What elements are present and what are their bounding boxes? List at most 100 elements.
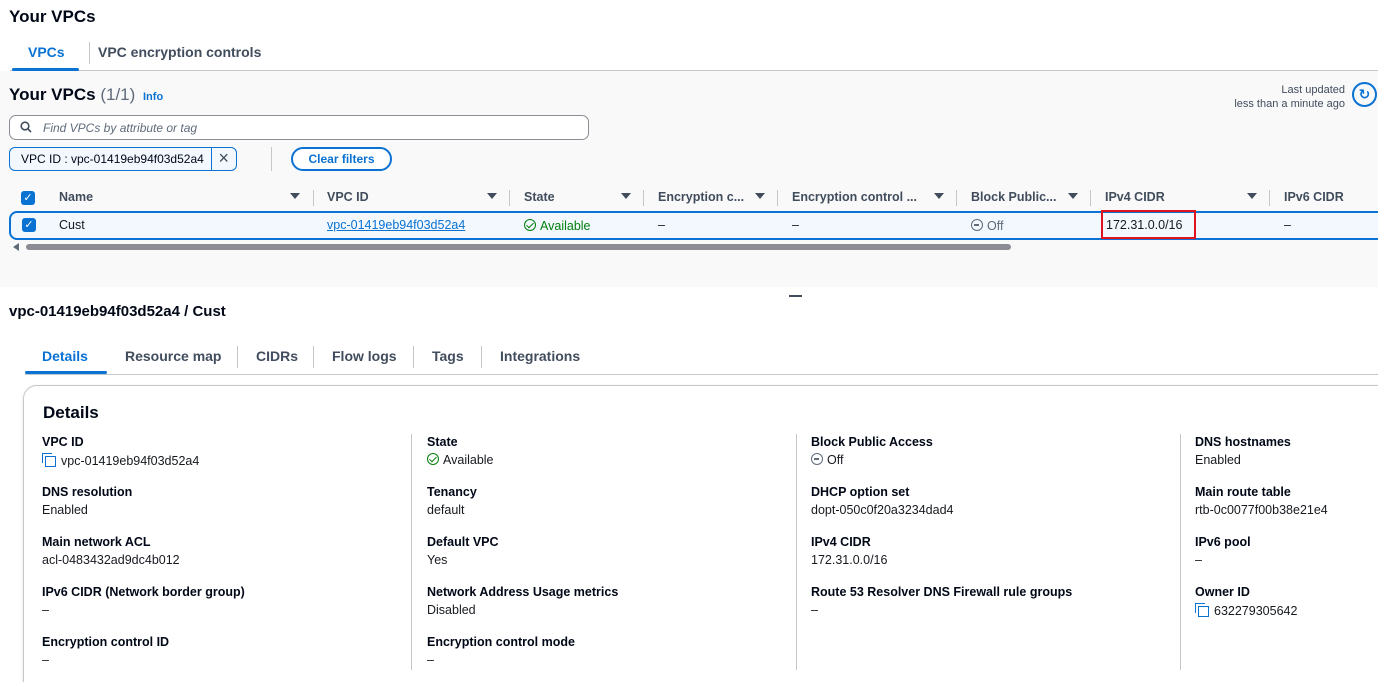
field-default-vpc: Default VPC Yes xyxy=(427,534,797,569)
horizontal-scrollbar[interactable] xyxy=(26,244,1011,250)
column-header-ipv4-cidr[interactable]: IPv4 CIDR xyxy=(1105,190,1165,204)
copy-icon[interactable] xyxy=(42,453,56,467)
last-updated-value: less than a minute ago xyxy=(1234,98,1345,110)
row-vpc-id-link[interactable]: vpc-01419eb94f03d52a4 xyxy=(327,218,465,232)
sort-icon[interactable] xyxy=(290,193,300,199)
row-encryption-c: – xyxy=(658,218,665,232)
field-label: DNS resolution xyxy=(42,485,133,499)
field-value: – xyxy=(42,653,49,667)
field-label: Main network ACL xyxy=(42,535,151,549)
field-label: Tenancy xyxy=(427,485,477,499)
tab-tags[interactable]: Tags xyxy=(432,348,464,364)
sort-icon[interactable] xyxy=(1068,193,1078,199)
clear-filters-button[interactable]: Clear filters xyxy=(291,147,392,171)
field-value: 632279305642 xyxy=(1195,601,1378,620)
column-header-name[interactable]: Name xyxy=(59,190,93,204)
scroll-left-icon[interactable] xyxy=(13,243,19,251)
tab-vpcs[interactable]: VPCs xyxy=(28,44,65,60)
field-label: Default VPC xyxy=(427,535,499,549)
table-header: ✓ Name VPC ID State Encryption c... Encr… xyxy=(0,186,1378,210)
vpc-count: (1/1) xyxy=(100,85,136,104)
field-label: DHCP option set xyxy=(811,485,910,499)
field-label: State xyxy=(427,435,458,449)
minus-circle-icon xyxy=(971,219,983,231)
field-label: Network Address Usage metrics xyxy=(427,585,619,599)
check-circle-icon xyxy=(524,219,536,231)
tab-details[interactable]: Details xyxy=(42,348,88,364)
sort-icon[interactable] xyxy=(1247,193,1257,199)
field-encryption-control-id: Encryption control ID – xyxy=(42,634,412,669)
column-header-ipv6-cidr[interactable]: IPv6 CIDR xyxy=(1284,190,1344,204)
field-value: Available xyxy=(427,451,797,469)
tab-divider xyxy=(313,346,314,368)
remove-filter-icon[interactable]: × xyxy=(212,148,236,170)
field-main-route-table: Main route table rtb-0c0077f00b38e21e4 xyxy=(1195,484,1378,519)
field-value: vpc-01419eb94f03d52a4 xyxy=(42,451,412,470)
minus-circle-icon xyxy=(811,453,823,465)
field-label: Main route table xyxy=(1195,485,1291,499)
field-ipv6-cidr-border-group: IPv6 CIDR (Network border group) – xyxy=(42,584,412,619)
field-value: – xyxy=(811,603,818,617)
select-all-checkbox[interactable]: ✓ xyxy=(21,191,35,205)
column-header-encryption-c[interactable]: Encryption c... xyxy=(658,190,744,204)
main-route-table-link[interactable]: rtb-0c0077f00b38e21e4 xyxy=(1195,501,1378,519)
column-divider[interactable] xyxy=(956,190,957,206)
column-header-state[interactable]: State xyxy=(524,190,555,204)
search-icon xyxy=(20,121,32,133)
details-column-2: State Available Tenancy default Default … xyxy=(427,432,807,672)
search-input[interactable] xyxy=(43,119,573,136)
field-value: Disabled xyxy=(427,603,476,617)
field-label: Encryption control ID xyxy=(42,635,170,649)
refresh-button[interactable]: ↻ xyxy=(1352,82,1377,107)
column-divider[interactable] xyxy=(509,190,510,206)
sort-icon[interactable] xyxy=(934,193,944,199)
field-dns-resolution: DNS resolution Enabled xyxy=(42,484,412,519)
vpc-list-title-text: Your VPCs xyxy=(9,85,96,104)
field-route53-resolver-dns-firewall: Route 53 Resolver DNS Firewall rule grou… xyxy=(811,584,1181,619)
tab-flow-logs[interactable]: Flow logs xyxy=(332,348,397,364)
row-checkbox[interactable]: ✓ xyxy=(22,218,36,232)
sort-icon[interactable] xyxy=(755,193,765,199)
sort-icon[interactable] xyxy=(487,193,497,199)
block-public-value: Off xyxy=(827,453,844,467)
copy-icon[interactable] xyxy=(1195,603,1209,617)
info-link[interactable]: Info xyxy=(143,91,163,103)
field-value: – xyxy=(1195,553,1202,567)
row-block-public-text: Off xyxy=(987,219,1004,233)
field-label: Block Public Access xyxy=(811,435,933,449)
column-header-vpc-id[interactable]: VPC ID xyxy=(327,190,369,204)
tab-integrations[interactable]: Integrations xyxy=(500,348,580,364)
filter-token-label: VPC ID : vpc-01419eb94f03d52a4 xyxy=(10,148,212,170)
field-label: Owner ID xyxy=(1195,585,1250,599)
tab-vpc-encryption-controls[interactable]: VPC encryption controls xyxy=(98,44,261,60)
filter-divider xyxy=(271,147,272,171)
column-divider[interactable] xyxy=(1269,190,1270,206)
tab-resource-map[interactable]: Resource map xyxy=(125,348,221,364)
row-encryption-control: – xyxy=(792,218,799,232)
column-divider xyxy=(1180,434,1181,670)
dhcp-option-set-link[interactable]: dopt-050c0f20a3234dad4 xyxy=(811,501,1181,519)
row-block-public: Off xyxy=(971,218,1003,233)
last-updated: Last updated less than a minute ago xyxy=(1234,83,1345,111)
field-value: Enabled xyxy=(1195,453,1241,467)
details-card-title: Details xyxy=(43,403,99,422)
vpc-list-panel: Your VPCs VPCs VPC encryption controls Y… xyxy=(0,0,1378,288)
column-divider[interactable] xyxy=(777,190,778,206)
vpc-id-value: vpc-01419eb94f03d52a4 xyxy=(61,454,200,468)
row-state-text: Available xyxy=(540,219,591,233)
column-divider[interactable] xyxy=(643,190,644,206)
tab-cidrs[interactable]: CIDRs xyxy=(256,348,298,364)
field-value: – xyxy=(427,653,434,667)
row-name: Cust xyxy=(59,218,85,232)
column-divider[interactable] xyxy=(1090,190,1091,206)
main-network-acl-link[interactable]: acl-0483432ad9dc4b012 xyxy=(42,551,412,569)
field-value: 172.31.0.0/16 xyxy=(811,553,888,567)
split-panel-resize-handle[interactable] xyxy=(789,295,802,297)
column-divider[interactable] xyxy=(313,190,314,206)
search-bar[interactable] xyxy=(9,115,589,140)
column-header-encryption-control[interactable]: Encryption control ... xyxy=(792,190,917,204)
detail-tabs: Details Resource map CIDRs Flow logs Tag… xyxy=(25,343,1378,375)
owner-id-value: 632279305642 xyxy=(1214,604,1298,618)
column-header-block-public[interactable]: Block Public... xyxy=(971,190,1056,204)
sort-icon[interactable] xyxy=(621,193,631,199)
